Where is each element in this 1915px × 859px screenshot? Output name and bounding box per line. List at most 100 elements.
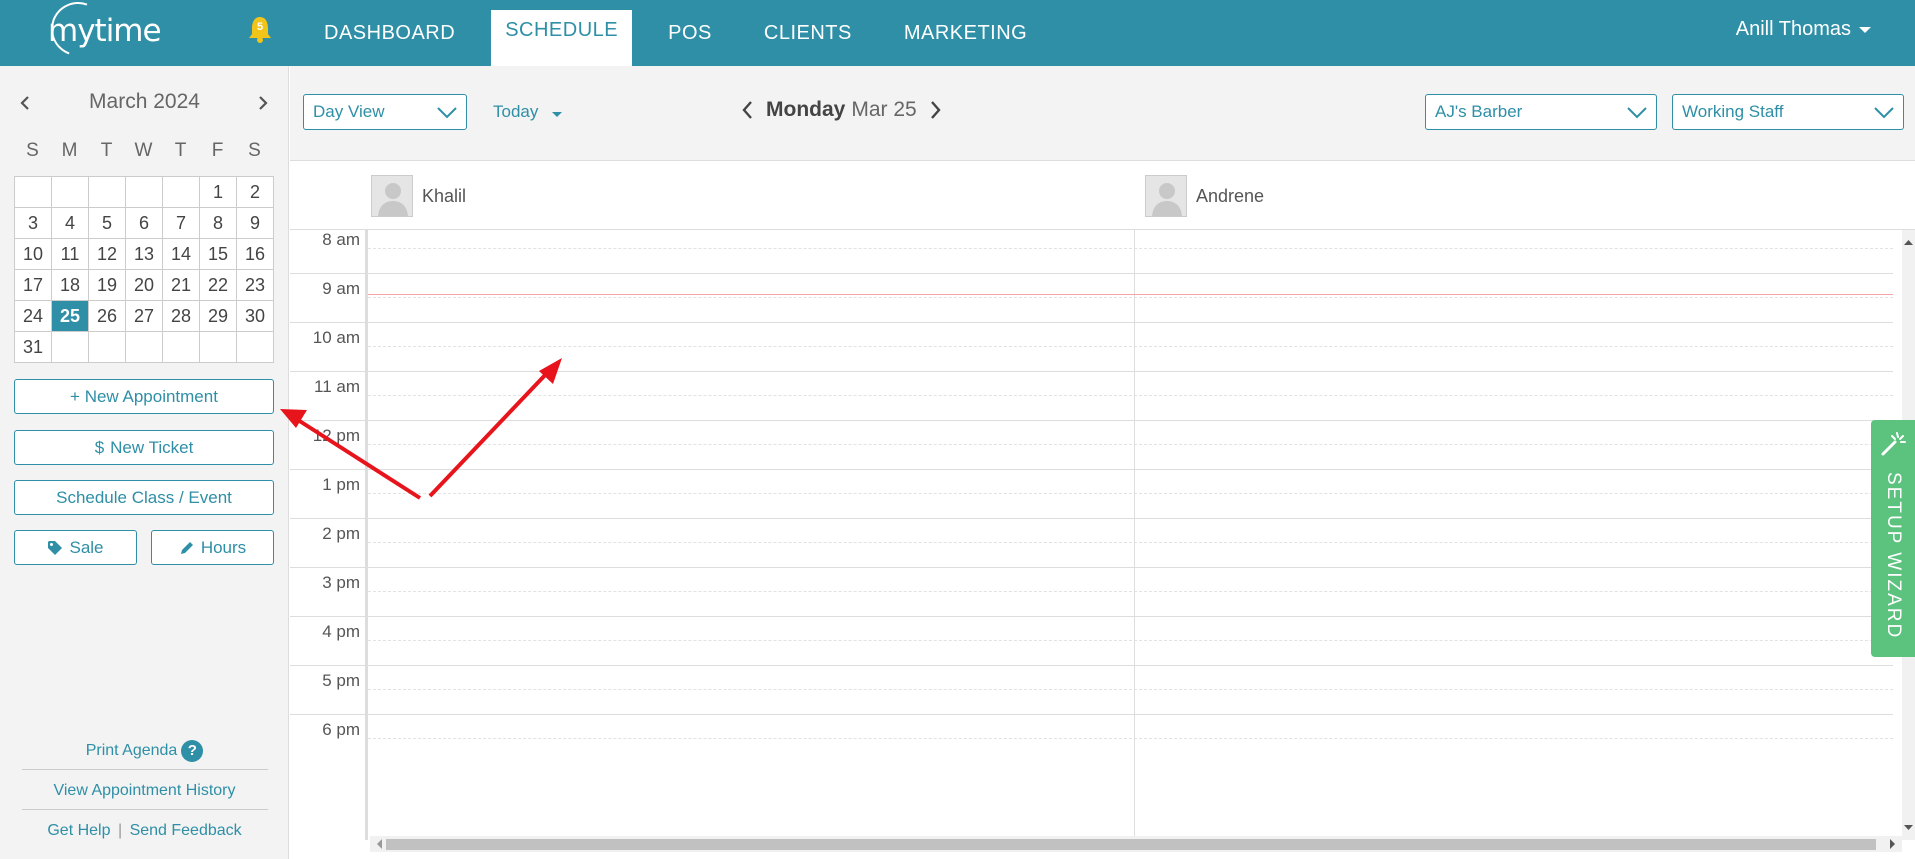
calendar-empty-cell bbox=[236, 331, 274, 363]
scrollbar-thumb[interactable] bbox=[386, 839, 1876, 850]
time-label: 1 pm bbox=[322, 475, 360, 494]
hour-gridline bbox=[368, 567, 1893, 568]
weekday-label: W bbox=[134, 140, 153, 161]
hour-gridline bbox=[290, 665, 368, 666]
half-hour-gridline bbox=[368, 395, 1893, 396]
staff-column-header-khalil[interactable]: Khalil bbox=[371, 175, 466, 217]
print-agenda-link[interactable]: Print Agenda bbox=[86, 742, 178, 759]
calendar-day[interactable]: 27 bbox=[125, 300, 163, 332]
caret-down-icon bbox=[552, 111, 563, 117]
calendar-empty-cell bbox=[162, 176, 200, 208]
new-ticket-button[interactable]: $ New Ticket bbox=[14, 430, 274, 465]
calendar-day[interactable]: 13 bbox=[125, 238, 163, 270]
scroll-down-icon bbox=[1904, 825, 1913, 830]
calendar-day[interactable]: 21 bbox=[162, 269, 200, 301]
weekday-label: F bbox=[211, 140, 224, 161]
nav-pos[interactable]: POS bbox=[652, 0, 728, 66]
new-appointment-label: + New Appointment bbox=[70, 386, 218, 406]
setup-wizard-tab[interactable]: SETUP WIZARD bbox=[1871, 420, 1915, 657]
sale-button[interactable]: Sale bbox=[14, 530, 137, 565]
calendar-day[interactable]: 20 bbox=[125, 269, 163, 301]
footer-links: Get Help | Send Feedback bbox=[0, 822, 289, 840]
day-schedule-grid[interactable]: 8 am 9 am 10 am 11 am 12 pm 1 pm 2 pm 3 pm 4 pm 5… bbox=[290, 230, 1900, 840]
calendar-day[interactable]: 19 bbox=[88, 269, 126, 301]
calendar-day[interactable]: 10 bbox=[14, 238, 52, 270]
calendar-day[interactable]: 14 bbox=[162, 238, 200, 270]
staff-column-header-andrene[interactable]: Andrene bbox=[1145, 175, 1264, 217]
chevron-down-icon bbox=[437, 107, 457, 119]
time-column-divider bbox=[365, 230, 368, 840]
tag-icon bbox=[48, 540, 63, 555]
current-time-indicator bbox=[368, 294, 1893, 295]
calendar-day[interactable]: 22 bbox=[199, 269, 237, 301]
weekday-label: S bbox=[26, 140, 39, 161]
horizontal-scrollbar[interactable] bbox=[370, 836, 1902, 852]
calendar-week-row: 24 25 26 27 28 29 30 bbox=[14, 300, 274, 332]
current-date: Mar 25 bbox=[851, 98, 917, 121]
calendar-day[interactable]: 2 bbox=[236, 176, 274, 208]
calendar-day[interactable]: 1 bbox=[199, 176, 237, 208]
avatar-icon bbox=[1145, 175, 1187, 217]
user-menu[interactable]: Anill Thomas bbox=[1736, 18, 1871, 41]
previous-day-button[interactable] bbox=[740, 99, 756, 121]
calendar-day[interactable]: 15 bbox=[199, 238, 237, 270]
half-hour-gridline bbox=[368, 542, 1893, 543]
hours-label: Hours bbox=[200, 537, 247, 557]
view-select[interactable]: Day View bbox=[303, 94, 467, 130]
calendar-day[interactable]: 16 bbox=[236, 238, 274, 270]
nav-schedule[interactable]: SCHEDULE bbox=[491, 10, 633, 66]
location-select[interactable]: AJ's Barber bbox=[1425, 94, 1657, 130]
calendar-day[interactable]: 9 bbox=[236, 207, 274, 239]
calendar-day[interactable]: 8 bbox=[199, 207, 237, 239]
staff-filter-select[interactable]: Working Staff bbox=[1672, 94, 1904, 130]
sidebar-divider bbox=[22, 769, 268, 770]
mytime-logo[interactable]: mytime bbox=[42, 0, 162, 65]
date-navigator: Monday Mar 25 bbox=[740, 98, 943, 122]
get-help-link[interactable]: Get Help bbox=[47, 822, 110, 839]
calendar-empty-cell bbox=[125, 176, 163, 208]
calendar-empty-cell bbox=[51, 331, 89, 363]
dollar-icon: $ bbox=[94, 437, 105, 457]
chevron-right-icon[interactable] bbox=[254, 94, 272, 112]
calendar-day[interactable]: 18 bbox=[51, 269, 89, 301]
scroll-right-icon bbox=[1890, 839, 1895, 849]
sidebar-divider bbox=[22, 809, 268, 810]
help-icon[interactable]: ? bbox=[181, 740, 204, 762]
calendar-day-selected[interactable]: 25 bbox=[51, 300, 89, 332]
calendar-day[interactable]: 12 bbox=[88, 238, 126, 270]
half-hour-gridline bbox=[368, 493, 1893, 494]
hour-gridline bbox=[368, 616, 1893, 617]
next-day-button[interactable] bbox=[927, 99, 943, 121]
calendar-day[interactable]: 4 bbox=[51, 207, 89, 239]
calendar-day[interactable]: 24 bbox=[14, 300, 52, 332]
schedule-class-button[interactable]: Schedule Class / Event bbox=[14, 480, 274, 515]
new-appointment-button[interactable]: + New Appointment bbox=[14, 379, 274, 414]
nav-marketing[interactable]: MARKETING bbox=[888, 0, 1043, 66]
calendar-day[interactable]: 30 bbox=[236, 300, 274, 332]
calendar-day[interactable]: 29 bbox=[199, 300, 237, 332]
today-button[interactable]: Today bbox=[493, 102, 563, 122]
calendar-weekday-row: S M T W T F S bbox=[14, 140, 273, 162]
nav-clients[interactable]: CLIENTS bbox=[748, 0, 868, 66]
calendar-day[interactable]: 5 bbox=[88, 207, 126, 239]
calendar-day[interactable]: 11 bbox=[51, 238, 89, 270]
chevron-left-icon[interactable] bbox=[16, 94, 34, 112]
calendar-day[interactable]: 23 bbox=[236, 269, 274, 301]
view-appointment-history-link[interactable]: View Appointment History bbox=[0, 782, 289, 800]
calendar-day[interactable]: 26 bbox=[88, 300, 126, 332]
schedule-toolbar: Day View Today Monday Mar 25 AJ's Barber… bbox=[290, 66, 1915, 161]
calendar-day[interactable]: 17 bbox=[14, 269, 52, 301]
calendar-day[interactable]: 28 bbox=[162, 300, 200, 332]
send-feedback-link[interactable]: Send Feedback bbox=[130, 822, 242, 839]
notifications-bell[interactable]: 5 bbox=[248, 15, 272, 43]
time-label: 6 pm bbox=[322, 720, 360, 739]
calendar-day[interactable]: 3 bbox=[14, 207, 52, 239]
sale-label: Sale bbox=[69, 537, 104, 557]
calendar-day[interactable]: 7 bbox=[162, 207, 200, 239]
calendar-day[interactable]: 6 bbox=[125, 207, 163, 239]
time-label: 4 pm bbox=[322, 622, 360, 641]
hours-button[interactable]: Hours bbox=[151, 530, 274, 565]
time-label: 2 pm bbox=[322, 524, 360, 543]
calendar-day[interactable]: 31 bbox=[14, 331, 52, 363]
nav-dashboard[interactable]: DASHBOARD bbox=[308, 0, 471, 66]
